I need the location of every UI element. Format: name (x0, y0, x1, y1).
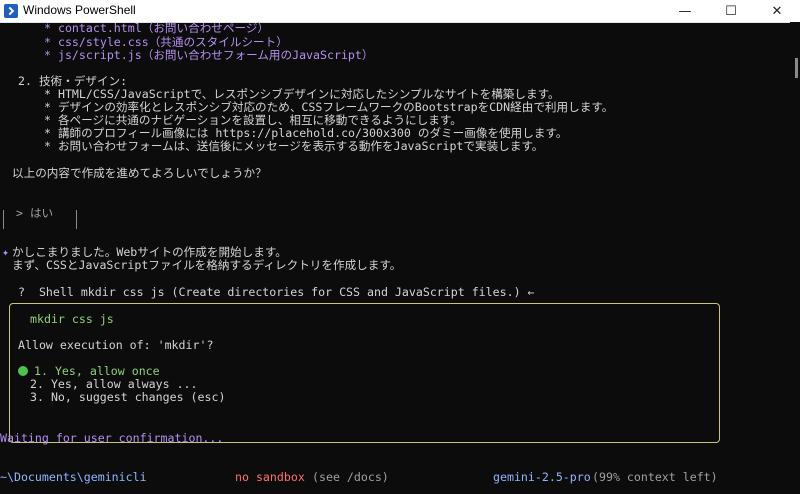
output-line: * contact.html（お問い合わせページ） (44, 21, 270, 35)
sandbox-status: no sandbox (235, 470, 305, 484)
minimize-button[interactable]: — (662, 0, 708, 22)
cwd-path: ~\Documents\geminicli (0, 470, 147, 484)
powershell-icon (4, 4, 18, 18)
waiting-status: Waiting for user confirmation... (0, 431, 224, 445)
output-line: * js/script.js（お問い合わせフォーム用のJavaScript） (44, 48, 374, 62)
response-line: まず、CSSとJavaScriptファイルを格納するディレクトリを作成します。 (12, 258, 402, 272)
maximize-button[interactable]: ☐ (708, 0, 754, 22)
tool-call-header: ? Shell mkdir css js (Create directories… (18, 285, 535, 299)
previous-answer: > はい (16, 206, 54, 220)
output-line: * お問い合わせフォームは、送信後にメッセージを表示する動作をJavaScrip… (44, 139, 544, 153)
scrollbar-thumb[interactable] (795, 58, 798, 78)
gemini-marker-icon: ✦ (2, 245, 9, 259)
sandbox-hint: (see /docs) (312, 470, 389, 484)
allow-question: Allow execution of: 'mkdir'? (18, 338, 214, 352)
option-label: 1. Yes, allow once (34, 364, 160, 378)
model-name: gemini-2.5-pro (493, 470, 591, 484)
command-preview: mkdir css js (30, 312, 114, 326)
scrollbar[interactable] (790, 22, 800, 494)
option-suggest-changes[interactable]: 3. No, suggest changes (esc) (30, 391, 225, 404)
context-remaining: (99% context left) (592, 470, 718, 484)
terminal-area[interactable]: * contact.html（お問い合わせページ） * css/style.cs… (0, 22, 790, 494)
title-bar: Windows PowerShell — ☐ ✕ (0, 0, 800, 23)
window-title: Windows PowerShell (23, 3, 136, 17)
selected-radio-icon (18, 366, 28, 376)
question-line: 以上の内容で作成を進めてよろしいでしょうか？ (12, 166, 267, 180)
close-button[interactable]: ✕ (754, 0, 800, 22)
